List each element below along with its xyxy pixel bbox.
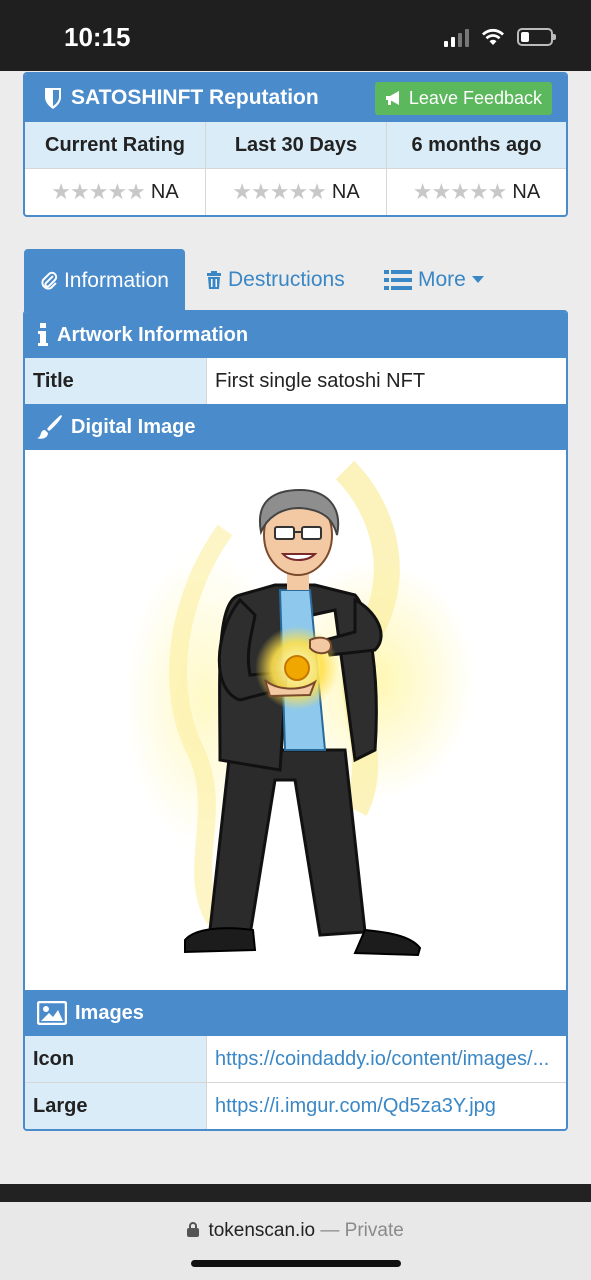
title-key: Title [25,358,207,404]
status-bar: 10:15 [0,0,591,71]
stars-icon: ★★★★★ [51,179,146,204]
stars-icon: ★★★★★ [232,179,327,204]
rating-value: NA [512,180,541,203]
wifi-icon [482,28,504,45]
stars-icon: ★★★★★ [412,179,508,204]
rating-value: NA [331,180,360,203]
digital-image-title: Digital Image [71,415,196,438]
rating-value: NA [150,180,179,203]
browser-address-bar[interactable]: tokenscan.io — Private [0,1202,591,1280]
tab-information-label: Information [63,268,169,292]
rating-last-30-days: Last 30 Days ★★★★★ NA [206,122,387,215]
rating-label: Current Rating [25,122,205,169]
browser-domain: tokenscan.io [208,1220,316,1241]
bullhorn-icon [385,91,399,105]
leave-feedback-button[interactable]: Leave Feedback [374,81,552,115]
satoshi-illustration [125,460,475,957]
list-icon [384,269,412,290]
tab-more-label: More [418,267,466,291]
tab-information[interactable]: Information [24,249,185,312]
browser-private-label: — Private [320,1220,404,1241]
page-footer-strip [0,1184,591,1202]
image-icon [37,1001,67,1025]
large-image-link[interactable]: https://i.imgur.com/Qd5za3Y.jpg [207,1083,566,1129]
title-value: First single satoshi NFT [215,369,426,392]
paperclip-icon [41,271,58,289]
shield-icon [45,88,61,109]
battery-icon [517,28,556,46]
image-row-icon: Icon https://coindaddy.io/content/images… [25,1036,566,1082]
rating-6-months-ago: 6 months ago ★★★★★ NA [387,122,566,215]
rating-label: Last 30 Days [206,122,386,169]
tab-bar: Information Destructions More [23,248,568,312]
artwork-title-row: Title First single satoshi NFT [25,358,566,404]
information-panel: Artwork Information Title First single s… [23,310,568,1131]
artwork-image [25,450,566,990]
tab-destructions[interactable]: Destructions [206,248,345,311]
status-time: 10:15 [64,22,131,52]
rating-label: 6 months ago [387,122,566,169]
reputation-title: SATOSHINFT Reputation [71,86,319,109]
image-row-large: Large https://i.imgur.com/Qd5za3Y.jpg [25,1082,566,1129]
caret-down-icon [471,275,484,283]
artwork-information-title: Artwork Information [57,323,249,346]
leave-feedback-label: Leave Feedback [408,87,542,108]
images-title: Images [75,1001,144,1024]
status-icons [444,27,556,47]
trash-icon [207,270,221,289]
info-icon [38,323,48,346]
rating-current: Current Rating ★★★★★ NA [25,122,206,215]
signal-icon [444,27,469,47]
home-indicator[interactable] [191,1260,401,1267]
reputation-header: SATOSHINFT Reputation Leave Feedback [25,74,566,122]
paintbrush-icon [37,415,62,439]
images-header: Images [25,990,566,1036]
tab-destructions-label: Destructions [228,267,345,291]
image-key: Icon [25,1036,207,1082]
reputation-panel: SATOSHINFT Reputation Leave Feedback Cur… [23,72,568,217]
lock-icon [187,1222,200,1237]
image-key: Large [25,1083,207,1129]
reputation-grid: Current Rating ★★★★★ NA Last 30 Days ★★★★… [25,122,566,215]
artwork-information-header: Artwork Information [25,312,566,358]
icon-image-link[interactable]: https://coindaddy.io/content/images/... [207,1036,566,1082]
digital-image-header: Digital Image [25,404,566,450]
tab-more[interactable]: More [384,248,484,311]
